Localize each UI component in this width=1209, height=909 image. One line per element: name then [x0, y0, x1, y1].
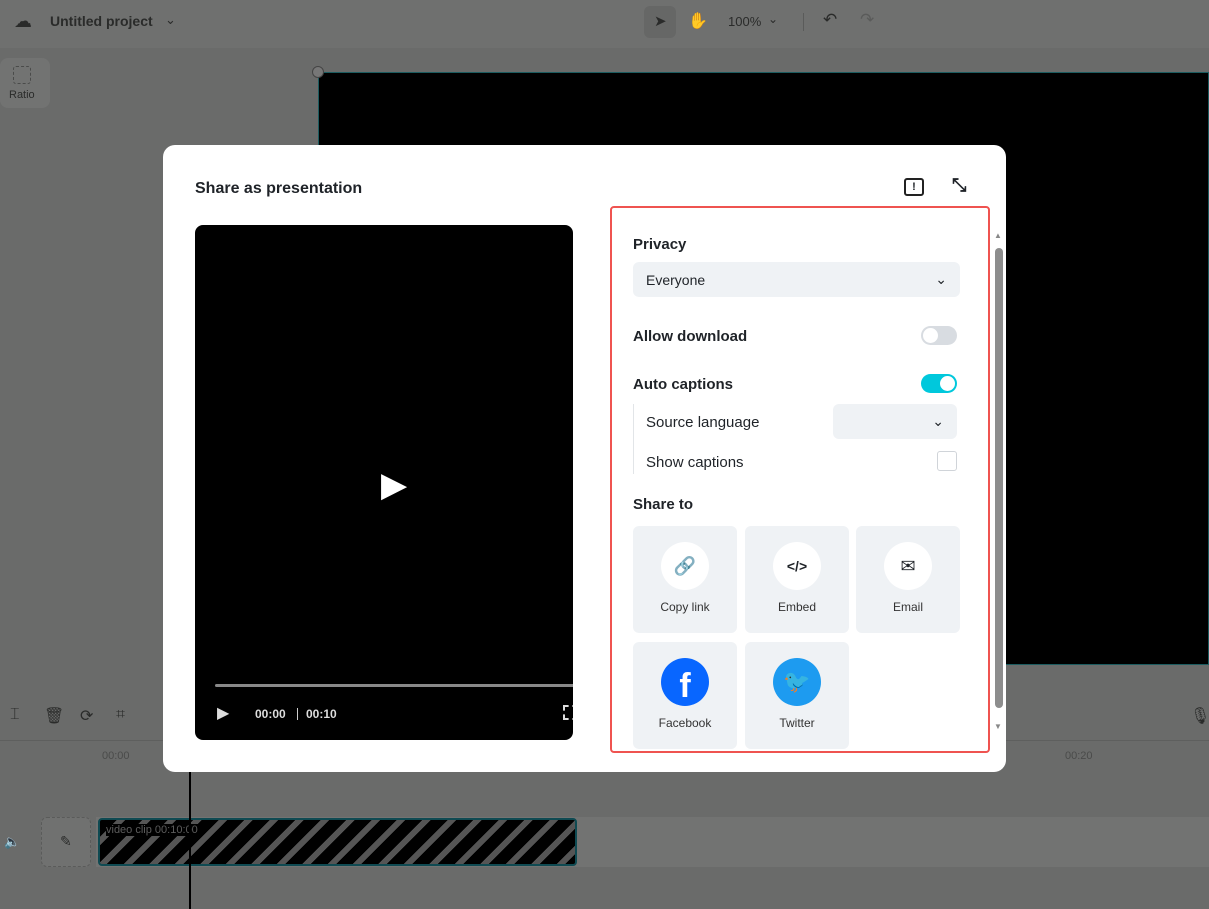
modal-title: Share as presentation: [195, 180, 363, 197]
progress-bar[interactable]: [215, 684, 573, 687]
code-icon: </>: [773, 542, 821, 590]
feedback-icon[interactable]: !: [904, 178, 924, 196]
facebook-icon: f: [661, 658, 709, 706]
chevron-down-icon: ⌄: [932, 413, 944, 429]
show-captions-label: Show captions: [646, 454, 744, 471]
ratio-button[interactable]: Ratio: [0, 58, 50, 108]
share-to-label: Share to: [633, 496, 694, 513]
delete-icon[interactable]: 🗑: [44, 706, 64, 726]
ruler-tick: 00:20: [1065, 750, 1093, 762]
tile-label: Embed: [777, 600, 817, 614]
top-bar: ☁ Untitled project ⌄ ➤ ✋ 100% ⌄ ↶ ↷: [0, 0, 1209, 48]
link-icon: 🔗: [661, 542, 709, 590]
clip-label: video clip 00:10:00: [106, 824, 198, 836]
privacy-select[interactable]: Everyone ⌄: [633, 262, 960, 297]
volume-icon[interactable]: 🔈: [4, 834, 20, 850]
select-tool-button[interactable]: ➤: [644, 6, 676, 38]
source-language-label: Source language: [646, 414, 760, 431]
pencil-icon: ✎: [60, 833, 72, 849]
source-language-select[interactable]: ⌄: [833, 404, 957, 439]
chevron-down-icon[interactable]: ⌄: [768, 12, 778, 26]
tile-label: Email: [892, 600, 923, 614]
project-title[interactable]: Untitled project: [50, 13, 153, 29]
facebook-button[interactable]: f Facebook: [633, 642, 737, 749]
tile-label: Twitter: [779, 716, 815, 730]
chevron-down-icon[interactable]: ⌄: [165, 12, 176, 28]
playhead[interactable]: [189, 772, 191, 909]
microphone-icon[interactable]: 🎙: [1190, 706, 1209, 726]
redo-icon[interactable]: ↷: [860, 10, 874, 30]
hand-icon[interactable]: ✋: [688, 11, 708, 31]
allow-download-toggle[interactable]: [921, 326, 957, 345]
duration: 00:10: [306, 707, 337, 721]
zoom-level[interactable]: 100%: [728, 14, 761, 29]
scroll-up-icon[interactable]: ▲: [994, 231, 1002, 240]
cursor-icon: ➤: [654, 13, 667, 30]
cloud-icon[interactable]: ☁: [14, 11, 32, 32]
tile-label: Copy link: [660, 600, 710, 614]
twitter-button[interactable]: 🐦 Twitter: [745, 642, 849, 749]
allow-download-label: Allow download: [633, 328, 748, 345]
privacy-value: Everyone: [646, 271, 706, 288]
ratio-label: Ratio: [9, 89, 35, 101]
email-button[interactable]: ✉ Email: [856, 526, 960, 633]
speed-icon[interactable]: ⟳: [80, 706, 93, 726]
undo-icon[interactable]: ↶: [823, 10, 837, 30]
mail-icon: ✉: [884, 542, 932, 590]
chevron-down-icon: ⌄: [935, 271, 947, 287]
ruler-tick: 00:00: [102, 750, 130, 762]
share-modal: Share as presentation ! ⤡ ▶ ▶ 00:00 00:1…: [163, 145, 1006, 772]
cover-edit-button[interactable]: ✎: [41, 817, 91, 867]
play-overlay-icon[interactable]: ▶: [381, 465, 407, 505]
auto-captions-toggle[interactable]: [921, 374, 957, 393]
fullscreen-icon[interactable]: [563, 705, 573, 720]
embed-button[interactable]: </> Embed: [745, 526, 849, 633]
scroll-down-icon[interactable]: ▼: [994, 722, 1002, 731]
privacy-label: Privacy: [633, 236, 687, 253]
divider: [297, 708, 298, 720]
tile-label: Facebook: [658, 716, 712, 730]
resize-handle[interactable]: [312, 66, 324, 78]
show-captions-checkbox[interactable]: [937, 451, 957, 471]
divider: [633, 404, 634, 474]
collapse-icon[interactable]: ⤡: [952, 175, 966, 196]
divider: [803, 13, 804, 31]
video-player[interactable]: ▶ ▶ 00:00 00:10: [195, 225, 573, 740]
split-icon[interactable]: ⌶: [10, 706, 20, 724]
twitter-icon: 🐦: [773, 658, 821, 706]
ratio-icon: [13, 66, 31, 84]
copy-link-button[interactable]: 🔗 Copy link: [633, 526, 737, 633]
settings-panel: Privacy Everyone ⌄ Allow download Auto ca…: [610, 206, 990, 753]
play-icon[interactable]: ▶: [217, 703, 229, 723]
current-time: 00:00: [255, 707, 286, 721]
auto-captions-label: Auto captions: [633, 376, 733, 393]
crop-icon[interactable]: ⌗: [116, 706, 125, 724]
video-clip[interactable]: video clip 00:10:00: [98, 818, 577, 866]
scrollbar[interactable]: [995, 248, 1003, 708]
